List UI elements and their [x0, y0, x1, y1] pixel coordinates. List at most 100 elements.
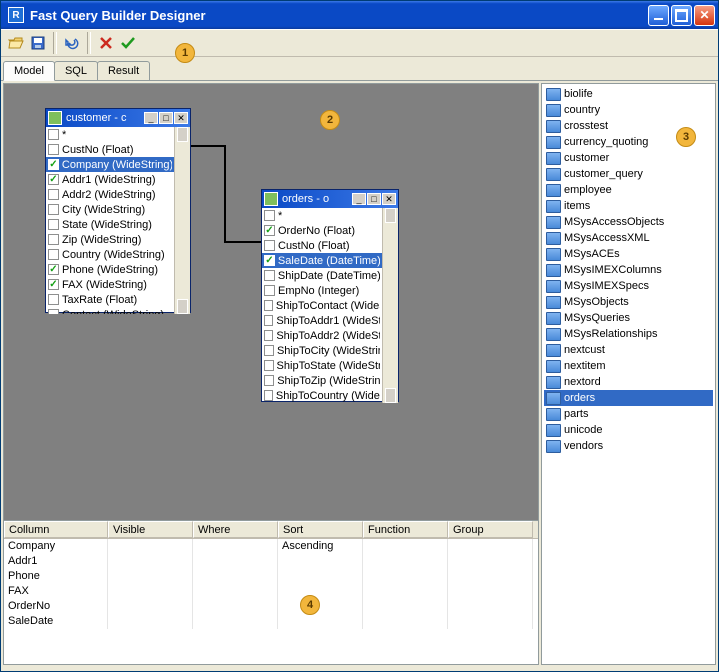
grid-row[interactable]: CompanyAscending: [4, 539, 538, 554]
grid-row[interactable]: Addr1: [4, 554, 538, 569]
table-list-item[interactable]: MSysIMEXSpecs: [544, 278, 713, 294]
field-checkbox[interactable]: [264, 360, 274, 371]
table-maximize-button[interactable]: □: [367, 193, 381, 205]
grid-cell[interactable]: [108, 554, 193, 569]
tab-model[interactable]: Model: [3, 61, 55, 81]
grid-row[interactable]: SaleDate: [4, 614, 538, 629]
tab-result[interactable]: Result: [97, 61, 150, 80]
field-checkbox[interactable]: [48, 264, 59, 275]
field-item[interactable]: ShipToState (WideString): [262, 358, 382, 373]
undo-icon[interactable]: [63, 34, 81, 52]
table-list-item[interactable]: customer_query: [544, 166, 713, 182]
grid-cell[interactable]: [448, 539, 533, 554]
grid-cell[interactable]: SaleDate: [4, 614, 108, 629]
grid-cell[interactable]: [363, 554, 448, 569]
field-item[interactable]: State (WideString): [46, 217, 174, 232]
table-field-list[interactable]: *CustNo (Float)Company (WideString)Addr1…: [46, 127, 190, 314]
field-item[interactable]: Zip (WideString): [46, 232, 174, 247]
grid-cell[interactable]: [448, 599, 533, 614]
grid-cell[interactable]: [363, 599, 448, 614]
grid-cell[interactable]: [278, 554, 363, 569]
field-item[interactable]: FAX (WideString): [46, 277, 174, 292]
field-checkbox[interactable]: [264, 390, 273, 401]
grid-cell[interactable]: [193, 569, 278, 584]
field-checkbox[interactable]: [48, 219, 59, 230]
table-list-item[interactable]: nextord: [544, 374, 713, 390]
scrollbar[interactable]: [174, 127, 190, 314]
grid-cell[interactable]: [448, 569, 533, 584]
field-item[interactable]: Country (WideString): [46, 247, 174, 262]
field-checkbox[interactable]: [48, 204, 59, 215]
tab-sql[interactable]: SQL: [54, 61, 98, 80]
table-list-item[interactable]: orders: [544, 390, 713, 406]
grid-column-header[interactable]: Group: [448, 521, 533, 538]
table-list-item[interactable]: unicode: [544, 422, 713, 438]
field-checkbox[interactable]: [264, 285, 275, 296]
grid-cell[interactable]: [448, 584, 533, 599]
table-list[interactable]: 3 biolifecountrycrosstestcurrency_quotin…: [541, 83, 716, 665]
grid-cell[interactable]: [363, 584, 448, 599]
grid-cell[interactable]: [108, 614, 193, 629]
table-window-customer[interactable]: customer - c_□✕*CustNo (Float)Company (W…: [45, 108, 191, 313]
grid-cell[interactable]: [278, 584, 363, 599]
table-list-item[interactable]: nextitem: [544, 358, 713, 374]
table-minimize-button[interactable]: _: [352, 193, 366, 205]
field-checkbox[interactable]: [264, 300, 273, 311]
field-item[interactable]: CustNo (Float): [262, 238, 382, 253]
field-checkbox[interactable]: [48, 309, 59, 314]
grid-cell[interactable]: [108, 539, 193, 554]
scrollbar[interactable]: [382, 208, 398, 403]
criteria-grid[interactable]: CollumnVisibleWhereSortFunctionGroup Com…: [3, 520, 539, 665]
table-list-item[interactable]: customer: [544, 150, 713, 166]
table-list-item[interactable]: vendors: [544, 438, 713, 454]
open-icon[interactable]: [7, 34, 25, 52]
table-field-list[interactable]: *OrderNo (Float)CustNo (Float)SaleDate (…: [262, 208, 398, 403]
grid-cell[interactable]: [193, 539, 278, 554]
table-list-item[interactable]: MSysIMEXColumns: [544, 262, 713, 278]
accept-icon[interactable]: [119, 34, 137, 52]
grid-cell[interactable]: [363, 539, 448, 554]
grid-cell[interactable]: [193, 584, 278, 599]
close-button[interactable]: [694, 5, 715, 26]
field-checkbox[interactable]: [264, 255, 275, 266]
grid-cell[interactable]: [448, 614, 533, 629]
field-item[interactable]: TaxRate (Float): [46, 292, 174, 307]
field-item[interactable]: SaleDate (DateTime): [262, 253, 382, 268]
table-maximize-button[interactable]: □: [159, 112, 173, 124]
grid-row[interactable]: FAX: [4, 584, 538, 599]
field-item[interactable]: ShipToContact (WideString): [262, 298, 382, 313]
field-checkbox[interactable]: [264, 345, 274, 356]
grid-row[interactable]: OrderNo: [4, 599, 538, 614]
field-item[interactable]: Contact (WideString): [46, 307, 174, 314]
field-checkbox[interactable]: [264, 330, 273, 341]
field-checkbox[interactable]: [264, 315, 273, 326]
table-close-button[interactable]: ✕: [174, 112, 188, 124]
field-item[interactable]: Addr1 (WideString): [46, 172, 174, 187]
table-list-item[interactable]: MSysQueries: [544, 310, 713, 326]
model-canvas[interactable]: 2 customer - c_□✕*CustNo (Float)Company …: [3, 83, 539, 520]
table-window-titlebar[interactable]: orders - o_□✕: [262, 190, 398, 208]
cancel-icon[interactable]: [97, 34, 115, 52]
grid-cell[interactable]: [193, 554, 278, 569]
field-checkbox[interactable]: [48, 234, 59, 245]
table-list-item[interactable]: MSysObjects: [544, 294, 713, 310]
grid-row[interactable]: Phone: [4, 569, 538, 584]
grid-cell[interactable]: OrderNo: [4, 599, 108, 614]
grid-cell[interactable]: Addr1: [4, 554, 108, 569]
field-checkbox[interactable]: [264, 270, 275, 281]
table-close-button[interactable]: ✕: [382, 193, 396, 205]
field-item[interactable]: Phone (WideString): [46, 262, 174, 277]
field-checkbox[interactable]: [264, 375, 274, 386]
grid-cell[interactable]: FAX: [4, 584, 108, 599]
grid-column-header[interactable]: Visible: [108, 521, 193, 538]
field-checkbox[interactable]: [48, 159, 59, 170]
field-checkbox[interactable]: [48, 174, 59, 185]
table-list-item[interactable]: employee: [544, 182, 713, 198]
grid-cell[interactable]: [193, 599, 278, 614]
grid-cell[interactable]: [108, 599, 193, 614]
table-list-item[interactable]: MSysAccessObjects: [544, 214, 713, 230]
field-item[interactable]: CustNo (Float): [46, 142, 174, 157]
grid-column-header[interactable]: Sort: [278, 521, 363, 538]
grid-cell[interactable]: [278, 614, 363, 629]
field-checkbox[interactable]: [48, 129, 59, 140]
